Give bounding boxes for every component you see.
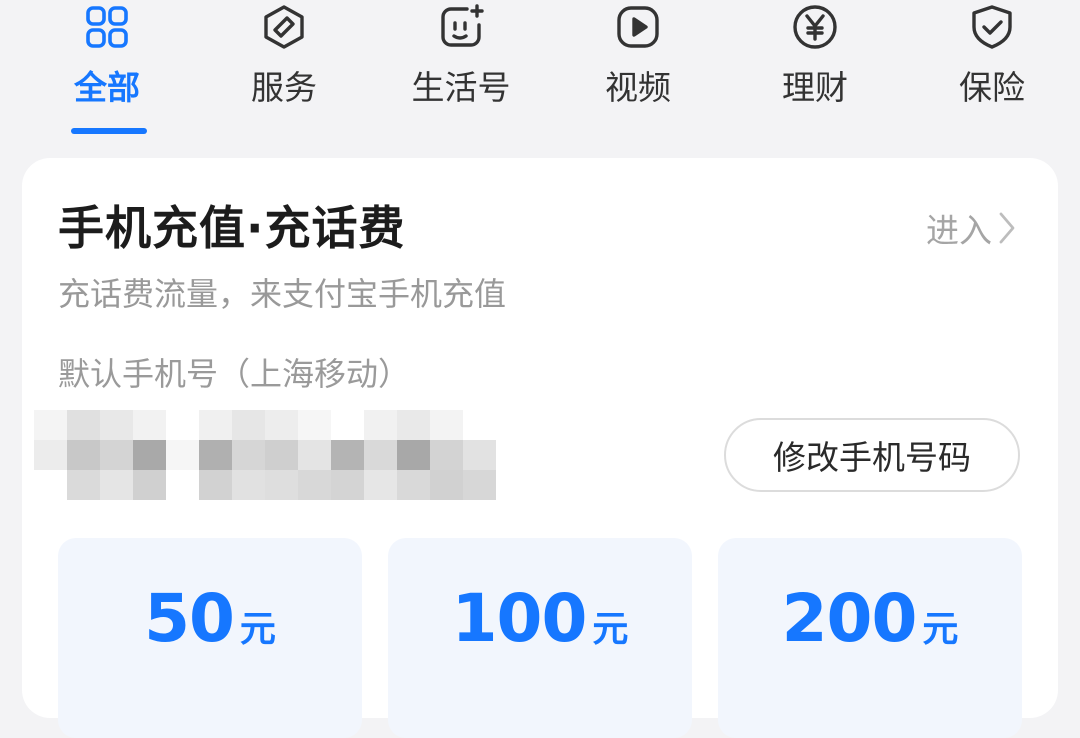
- mosaic-pixel: [364, 440, 397, 470]
- mosaic-pixel: [265, 440, 298, 470]
- amount-unit: 元: [592, 609, 629, 650]
- amount-value: 200 元: [718, 580, 1022, 657]
- mosaic-pixel: [331, 470, 364, 500]
- mosaic-pixel: [199, 440, 232, 470]
- mosaic-pixel: [430, 470, 463, 500]
- mosaic-pixel: [397, 410, 430, 440]
- mosaic-pixel: [298, 440, 331, 470]
- card-subtitle: 充话费流量，来支付宝手机充值: [58, 275, 507, 313]
- mosaic-pixel: [199, 410, 232, 440]
- mosaic-pixel: [397, 470, 430, 500]
- tab-label: 理财: [782, 68, 848, 107]
- mosaic-pixel: [265, 410, 298, 440]
- mosaic-pixel: [100, 440, 133, 470]
- amount-value: 100 元: [388, 580, 692, 657]
- mobile-topup-card: 手机充值·充话费 进入 充话费流量，来支付宝手机充值 默认手机号（上海移动） 修…: [22, 158, 1058, 738]
- active-tab-indicator: [71, 128, 147, 134]
- tab-label: 视频: [605, 68, 671, 107]
- mosaic-pixel: [364, 410, 397, 440]
- blurred-phone-number: [34, 410, 554, 502]
- amount-unit: 元: [239, 609, 276, 650]
- mosaic-pixel: [166, 470, 199, 500]
- mosaic-pixel: [34, 410, 67, 440]
- mosaic-pixel: [100, 410, 133, 440]
- service-icon: [260, 3, 308, 51]
- tab-label: 生活号: [411, 68, 511, 107]
- mosaic-pixel: [331, 440, 364, 470]
- mosaic-pixel: [232, 410, 265, 440]
- modify-phone-button[interactable]: 修改手机号码: [724, 418, 1020, 492]
- tab-service[interactable]: 服务: [209, 0, 359, 140]
- mosaic-pixel: [199, 470, 232, 500]
- lifestyle-account-icon: [437, 3, 485, 51]
- default-phone-label: 默认手机号（上海移动）: [58, 355, 411, 393]
- mosaic-pixel: [331, 410, 364, 440]
- mosaic-pixel: [166, 440, 199, 470]
- mosaic-pixel: [34, 440, 67, 470]
- amount-number: 200: [781, 580, 918, 657]
- mosaic-pixel: [298, 410, 331, 440]
- mosaic-pixel: [67, 470, 100, 500]
- mosaic-pixel: [67, 410, 100, 440]
- mosaic-pixel: [463, 470, 496, 500]
- amount-unit: 元: [922, 609, 959, 650]
- tab-video[interactable]: 视频: [563, 0, 713, 140]
- mosaic-pixel: [34, 470, 67, 500]
- mosaic-pixel: [298, 470, 331, 500]
- mosaic-pixel: [496, 470, 529, 500]
- enter-link[interactable]: 进入: [926, 206, 1018, 250]
- mosaic-pixel: [166, 410, 199, 440]
- video-play-icon: [614, 3, 662, 51]
- amount-option-200[interactable]: 200 元: [718, 538, 1022, 738]
- grid-icon: [83, 3, 131, 51]
- category-tabs: 全部 服务 生活号 视频 理财 保险: [0, 0, 1080, 150]
- mosaic-pixel: [463, 410, 496, 440]
- chevron-right-icon: [999, 212, 1015, 244]
- tab-all[interactable]: 全部: [32, 0, 182, 140]
- mosaic-pixel: [67, 440, 100, 470]
- card-title: 手机充值·充话费: [58, 201, 406, 255]
- tab-label: 保险: [959, 68, 1025, 107]
- shield-check-icon: [968, 3, 1016, 51]
- mosaic-pixel: [364, 470, 397, 500]
- enter-label: 进入: [926, 211, 992, 250]
- mosaic-pixel: [397, 440, 430, 470]
- tab-lifestyle-account[interactable]: 生活号: [386, 0, 536, 140]
- mosaic-pixel: [232, 440, 265, 470]
- mosaic-pixel: [133, 470, 166, 500]
- amount-option-50[interactable]: 50 元: [58, 538, 362, 738]
- tab-wealth[interactable]: 理财: [740, 0, 890, 140]
- mosaic-pixel: [133, 410, 166, 440]
- mosaic-pixel: [430, 440, 463, 470]
- yuan-coin-icon: [791, 3, 839, 51]
- tab-label: 服务: [251, 68, 317, 107]
- mosaic-pixel: [496, 410, 529, 440]
- mosaic-pixel: [100, 470, 133, 500]
- mosaic-pixel: [133, 440, 166, 470]
- tab-insurance[interactable]: 保险: [917, 0, 1067, 140]
- amount-value: 50 元: [58, 580, 362, 657]
- mosaic-pixel: [463, 440, 496, 470]
- mosaic-pixel: [232, 470, 265, 500]
- mosaic-pixel: [496, 440, 529, 470]
- amount-number: 100: [451, 580, 588, 657]
- mosaic-pixel: [430, 410, 463, 440]
- mosaic-pixel: [265, 470, 298, 500]
- tab-label: 全部: [74, 68, 140, 107]
- amount-number: 50: [144, 580, 235, 657]
- amount-option-100[interactable]: 100 元: [388, 538, 692, 738]
